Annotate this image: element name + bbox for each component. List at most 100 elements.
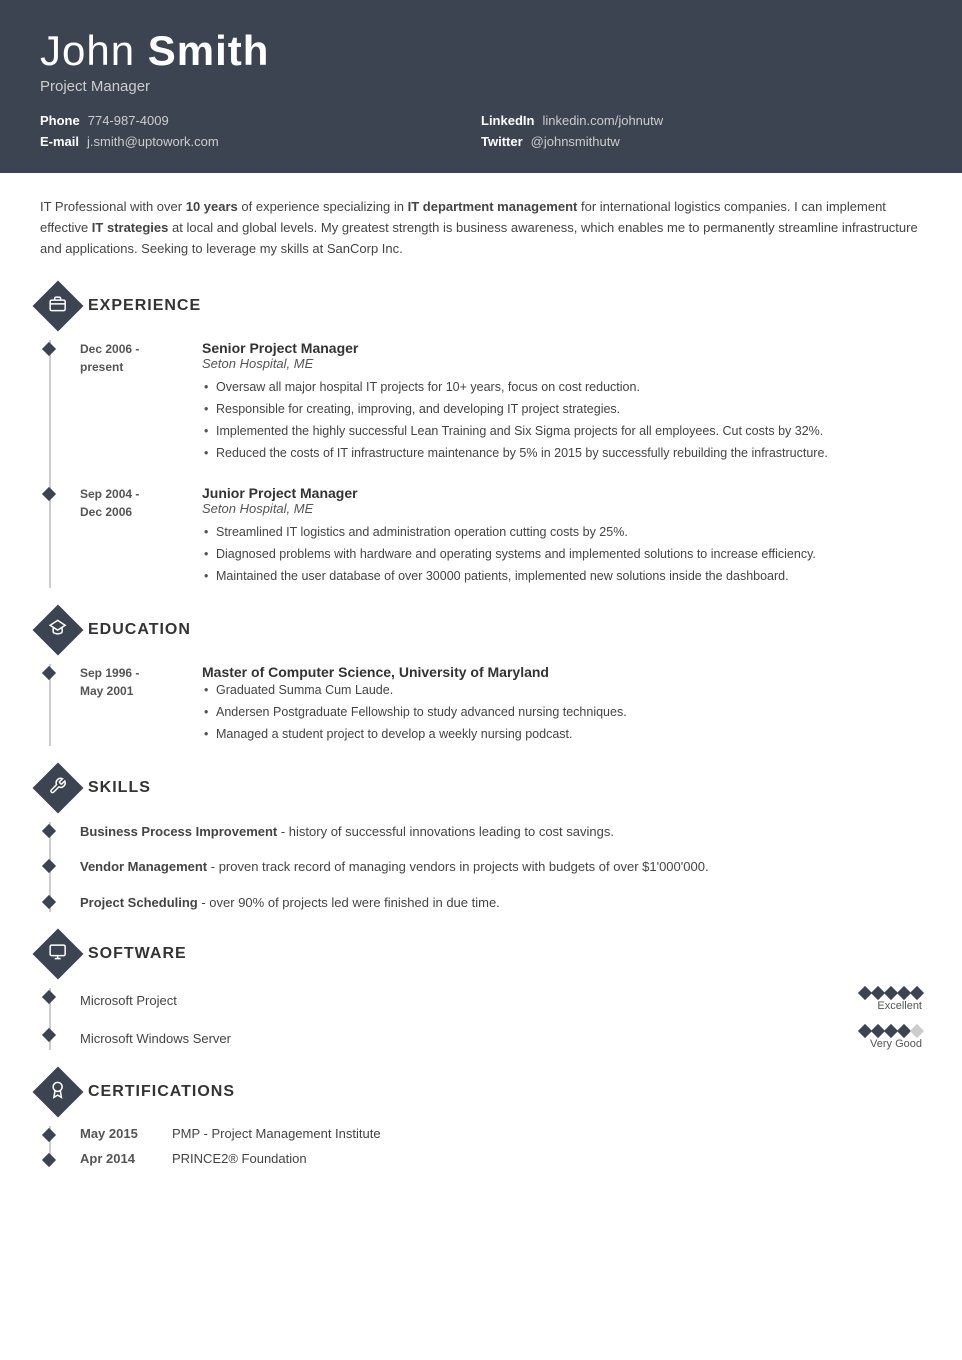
linkedin-value: linkedin.com/johnutw bbox=[542, 113, 663, 128]
job-2-content: Sep 2004 -Dec 2006 Junior Project Manage… bbox=[80, 485, 922, 588]
cert-2-name: PRINCE2® Foundation bbox=[172, 1151, 922, 1166]
dot-1 bbox=[858, 1024, 872, 1038]
cert-2-date: Apr 2014 bbox=[80, 1151, 160, 1166]
wrench-icon bbox=[49, 776, 67, 799]
bullet: Oversaw all major hospital IT projects f… bbox=[202, 377, 922, 397]
twitter-label: Twitter bbox=[481, 134, 523, 149]
bullet: Responsible for creating, improving, and… bbox=[202, 399, 922, 419]
bullet: Managed a student project to develop a w… bbox=[202, 724, 922, 744]
linkedin-contact: LinkedIn linkedin.com/johnutw bbox=[481, 113, 922, 128]
edu-1-body: Master of Computer Science, University o… bbox=[202, 664, 922, 746]
education-header: EDUCATION bbox=[40, 612, 922, 648]
education-icon bbox=[33, 604, 84, 655]
monitor-icon bbox=[49, 943, 67, 966]
first-name: John bbox=[40, 27, 135, 74]
software-2: Microsoft Windows Server Very Good bbox=[80, 1026, 922, 1050]
email-value: j.smith@uptowork.com bbox=[87, 134, 219, 149]
skill-2-dot bbox=[42, 859, 56, 873]
cert-1-name: PMP - Project Management Institute bbox=[172, 1126, 922, 1141]
skills-icon bbox=[33, 762, 84, 813]
experience-section: EXPERIENCE Dec 2006 -present Senior Proj… bbox=[40, 288, 922, 588]
edu-1-content: Sep 1996 -May 2001 Master of Computer Sc… bbox=[80, 664, 922, 746]
skill-1-dot bbox=[42, 824, 56, 838]
job-2-dot bbox=[42, 487, 56, 501]
job-2: Sep 2004 -Dec 2006 Junior Project Manage… bbox=[80, 485, 922, 588]
software-1-dots bbox=[860, 988, 922, 998]
education-section: EDUCATION Sep 1996 -May 2001 Master of C… bbox=[40, 612, 922, 746]
software-1: Microsoft Project Excellent bbox=[80, 988, 922, 1012]
contact-section: Phone 774-987-4009 LinkedIn linkedin.com… bbox=[40, 113, 922, 149]
software-2-dots bbox=[860, 1026, 922, 1036]
briefcase-icon bbox=[49, 294, 67, 317]
last-name: Smith bbox=[148, 27, 270, 74]
skill-3-dot bbox=[42, 895, 56, 909]
software-timeline: Microsoft Project Excellent bbox=[40, 988, 922, 1050]
skills-timeline: Business Process Improvement - history o… bbox=[40, 822, 922, 913]
job-1: Dec 2006 -present Senior Project Manager… bbox=[80, 340, 922, 465]
job-1-date: Dec 2006 -present bbox=[80, 340, 190, 465]
software-1-dot bbox=[42, 990, 56, 1004]
software-2-label: Very Good bbox=[870, 1038, 922, 1050]
dot-5-empty bbox=[910, 1024, 924, 1038]
skill-3-text: Project Scheduling - over 90% of project… bbox=[80, 893, 922, 913]
education-timeline: Sep 1996 -May 2001 Master of Computer Sc… bbox=[40, 664, 922, 746]
job-1-company: Seton Hospital, ME bbox=[202, 356, 922, 371]
bullet: Implemented the highly successful Lean T… bbox=[202, 421, 922, 441]
edu-1-title: Master of Computer Science, University o… bbox=[202, 664, 922, 680]
bullet: Reduced the costs of IT infrastructure m… bbox=[202, 443, 922, 463]
skill-2: Vendor Management - proven track record … bbox=[80, 857, 922, 877]
dot-2 bbox=[871, 986, 885, 1000]
email-contact: E-mail j.smith@uptowork.com bbox=[40, 134, 481, 149]
certifications-icon bbox=[33, 1067, 84, 1118]
skills-section: SKILLS Business Process Improvement - hi… bbox=[40, 770, 922, 913]
skill-2-text: Vendor Management - proven track record … bbox=[80, 857, 922, 877]
experience-header: EXPERIENCE bbox=[40, 288, 922, 324]
job-2-date: Sep 2004 -Dec 2006 bbox=[80, 485, 190, 588]
skills-title: SKILLS bbox=[88, 779, 151, 797]
dot-3 bbox=[884, 1024, 898, 1038]
job-2-company: Seton Hospital, ME bbox=[202, 501, 922, 516]
skills-header: SKILLS bbox=[40, 770, 922, 806]
cert-2-dot bbox=[42, 1153, 56, 1167]
dot-4 bbox=[897, 1024, 911, 1038]
twitter-value: @johnsmithutw bbox=[531, 134, 620, 149]
job-1-content: Dec 2006 -present Senior Project Manager… bbox=[80, 340, 922, 465]
software-2-name: Microsoft Windows Server bbox=[80, 1031, 231, 1046]
job-title: Project Manager bbox=[40, 78, 922, 95]
edu-1-date: Sep 1996 -May 2001 bbox=[80, 664, 190, 746]
software-title: SOFTWARE bbox=[88, 945, 187, 963]
email-label: E-mail bbox=[40, 134, 79, 149]
cert-1: May 2015 PMP - Project Management Instit… bbox=[80, 1126, 922, 1141]
certifications-title: CERTIFICATIONS bbox=[88, 1083, 235, 1101]
header: John Smith Project Manager Phone 774-987… bbox=[0, 0, 962, 173]
phone-label: Phone bbox=[40, 113, 80, 128]
bullet: Graduated Summa Cum Laude. bbox=[202, 680, 922, 700]
job-2-bullets: Streamlined IT logistics and administrat… bbox=[202, 522, 922, 586]
certifications-timeline: May 2015 PMP - Project Management Instit… bbox=[40, 1126, 922, 1166]
software-1-label: Excellent bbox=[877, 1000, 922, 1012]
dot-4 bbox=[897, 986, 911, 1000]
edu-1-dot bbox=[42, 666, 56, 680]
education-title: EDUCATION bbox=[88, 621, 191, 639]
skill-1-text: Business Process Improvement - history o… bbox=[80, 822, 922, 842]
job-1-bullets: Oversaw all major hospital IT projects f… bbox=[202, 377, 922, 463]
edu-1-bullets: Graduated Summa Cum Laude. Andersen Post… bbox=[202, 680, 922, 744]
summary-text: IT Professional with over 10 years of ex… bbox=[40, 199, 918, 256]
dot-5 bbox=[910, 986, 924, 1000]
software-1-name: Microsoft Project bbox=[80, 993, 177, 1008]
dot-1 bbox=[858, 986, 872, 1000]
linkedin-label: LinkedIn bbox=[481, 113, 534, 128]
cert-1-date: May 2015 bbox=[80, 1126, 160, 1141]
phone-value: 774-987-4009 bbox=[88, 113, 169, 128]
software-2-dot bbox=[42, 1028, 56, 1042]
summary-section: IT Professional with over 10 years of ex… bbox=[40, 197, 922, 259]
job-1-title: Senior Project Manager bbox=[202, 340, 922, 356]
bullet: Diagnosed problems with hardware and ope… bbox=[202, 544, 922, 564]
job-2-body: Junior Project Manager Seton Hospital, M… bbox=[202, 485, 922, 588]
certifications-section: CERTIFICATIONS May 2015 PMP - Project Ma… bbox=[40, 1074, 922, 1166]
skill-1: Business Process Improvement - history o… bbox=[80, 822, 922, 842]
bullet: Maintained the user database of over 300… bbox=[202, 566, 922, 586]
graduation-cap-icon bbox=[49, 618, 67, 641]
badge-icon bbox=[49, 1081, 67, 1104]
dot-2 bbox=[871, 1024, 885, 1038]
